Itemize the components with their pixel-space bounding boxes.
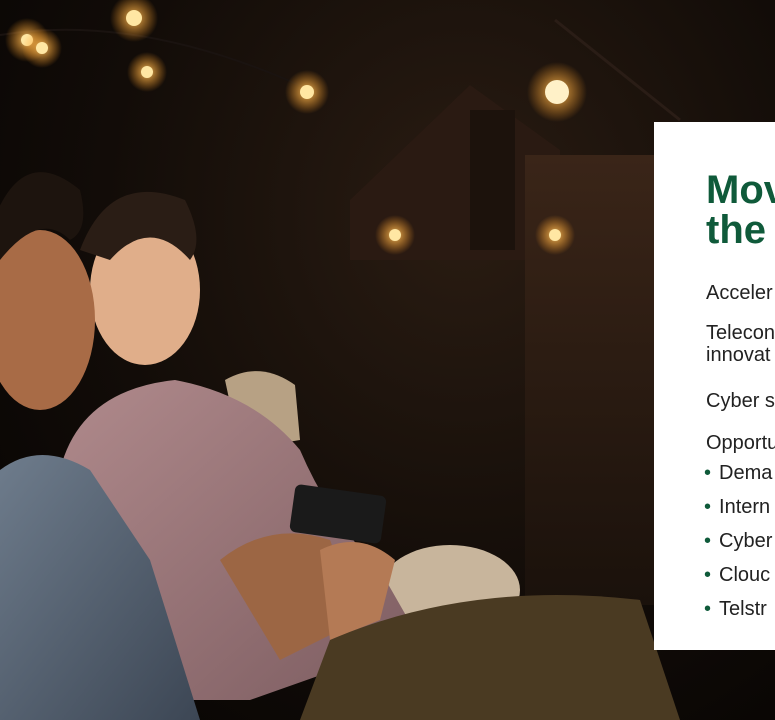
bullet-text: Dema (719, 462, 773, 484)
card-paragraph: innovat (706, 344, 771, 366)
card-paragraph: Cyber s (706, 390, 775, 412)
bullet-text: Intern (719, 496, 771, 518)
chimney-shape (470, 110, 515, 250)
bullet-item: • Intern (704, 496, 772, 518)
content-card: Mov the Acceler Telecon innovat Cyber s … (654, 122, 775, 650)
bullet-text: Clouc (719, 564, 771, 586)
bullet-item: • Clouc (704, 564, 772, 586)
bullet-item: • Dema (704, 462, 772, 484)
card-paragraph: Opportu (706, 432, 775, 454)
bullet-dot-icon: • (704, 496, 712, 518)
card-title: Mov the (706, 168, 775, 252)
card-paragraph: Telecon (706, 322, 775, 344)
bullet-text: Cyber (719, 530, 773, 552)
bullet-item: • Telstr (704, 598, 772, 620)
slide: Mov the Acceler Telecon innovat Cyber s … (0, 0, 775, 720)
bullet-dot-icon: • (704, 462, 712, 484)
bullet-text: Telstr (719, 598, 767, 620)
bullet-item: • Cyber (704, 530, 772, 552)
bullet-dot-icon: • (704, 530, 712, 552)
bullet-dot-icon: • (704, 564, 712, 586)
bullet-dot-icon: • (704, 598, 712, 620)
bullet-list: • Dema • Intern • Cyber • Clouc • Telstr (704, 462, 772, 632)
card-paragraph: Acceler (706, 282, 773, 304)
